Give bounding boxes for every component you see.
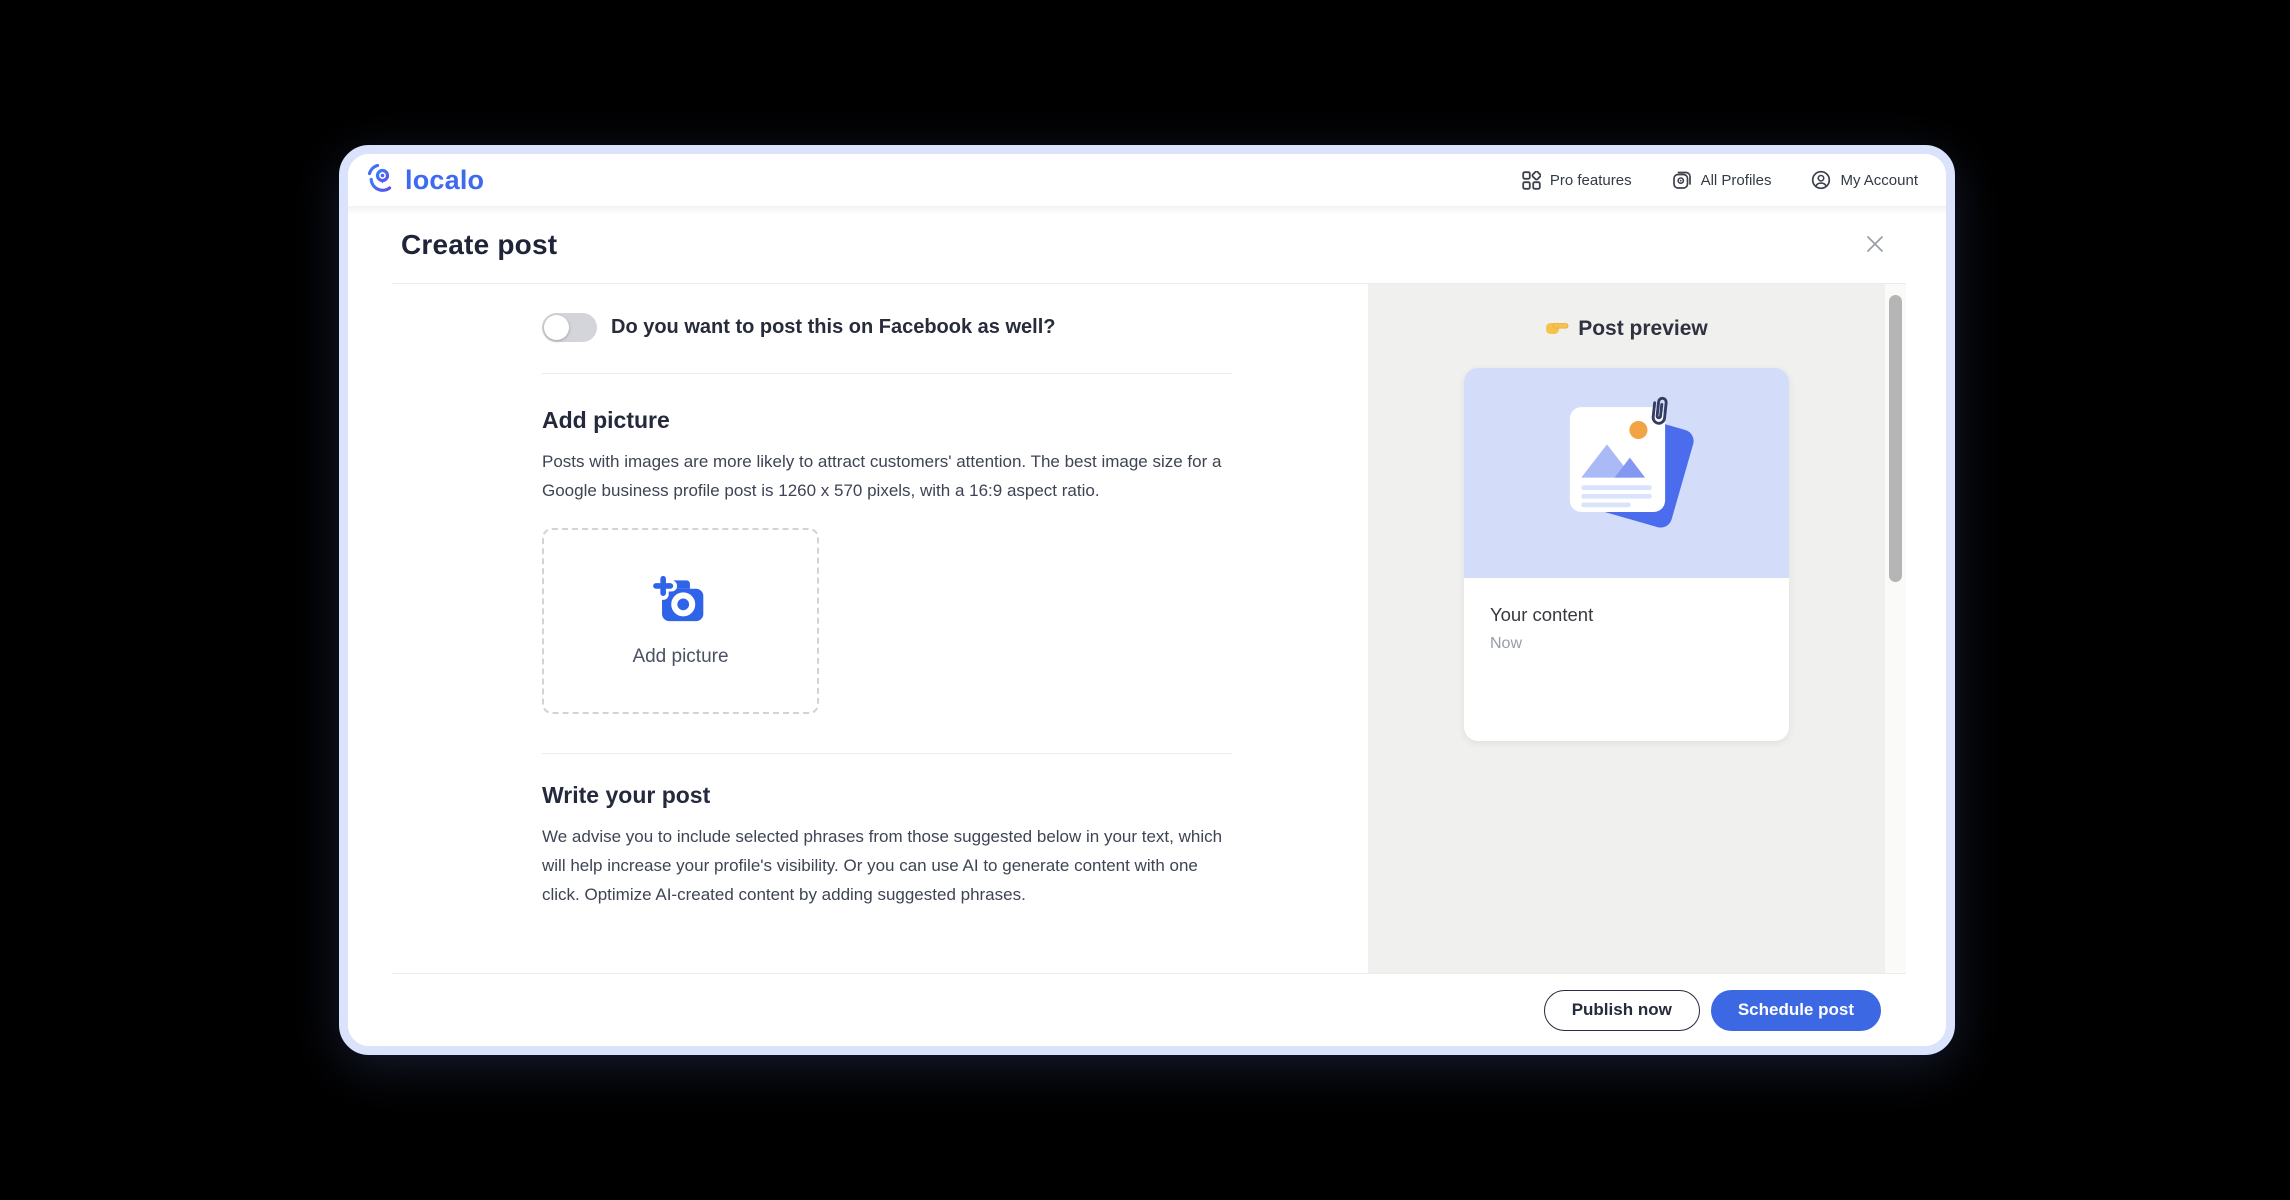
nav-my-account-label: My Account bbox=[1840, 172, 1918, 189]
preview-image-placeholder bbox=[1464, 368, 1789, 578]
modal-footer: Publish now Schedule post bbox=[348, 974, 1946, 1046]
facebook-toggle-row: Do you want to post this on Facebook as … bbox=[542, 313, 1232, 342]
localo-logo-text: localo bbox=[405, 165, 484, 196]
page-title: Create post bbox=[401, 229, 557, 261]
nav-all-profiles[interactable]: All Profiles bbox=[1672, 170, 1772, 190]
preview-time-label: Now bbox=[1490, 635, 1763, 653]
user-circle-icon bbox=[1811, 170, 1831, 190]
profiles-pin-icon bbox=[1672, 170, 1692, 190]
post-preview-panel: Post preview bbox=[1368, 284, 1885, 973]
camera-plus-icon bbox=[652, 574, 710, 633]
preview-card-body: Your content Now bbox=[1464, 578, 1789, 653]
facebook-toggle-label: Do you want to post this on Facebook as … bbox=[611, 316, 1055, 339]
localo-logo-icon bbox=[366, 162, 398, 199]
section-divider bbox=[542, 373, 1232, 374]
grid-icon bbox=[1522, 171, 1541, 190]
nav-my-account[interactable]: My Account bbox=[1811, 170, 1918, 190]
pointing-right-emoji bbox=[1545, 316, 1569, 342]
localo-logo[interactable]: localo bbox=[366, 162, 484, 199]
post-preview-card: Your content Now bbox=[1464, 368, 1789, 741]
section-divider bbox=[542, 753, 1232, 754]
toggle-knob bbox=[544, 315, 569, 340]
post-preview-title: Post preview bbox=[1545, 316, 1708, 342]
app-window: localo Pro features bbox=[339, 145, 1955, 1055]
top-nav-menu: Pro features All Profiles bbox=[1522, 170, 1918, 190]
modal-header: Create post bbox=[348, 206, 1946, 283]
schedule-post-button[interactable]: Schedule post bbox=[1711, 990, 1881, 1031]
post-with-paperclip-illustration bbox=[1541, 390, 1713, 557]
scrollbar-track bbox=[1885, 284, 1906, 973]
post-form-column: Do you want to post this on Facebook as … bbox=[392, 284, 1368, 973]
facebook-toggle[interactable] bbox=[542, 313, 597, 342]
nav-pro-features[interactable]: Pro features bbox=[1522, 171, 1632, 190]
top-nav-bar: localo Pro features bbox=[348, 154, 1946, 206]
close-icon bbox=[1863, 232, 1887, 259]
publish-now-button[interactable]: Publish now bbox=[1544, 990, 1700, 1031]
upload-box-label: Add picture bbox=[632, 646, 728, 668]
add-picture-heading: Add picture bbox=[542, 406, 1232, 434]
write-post-description: We advise you to include selected phrase… bbox=[542, 822, 1232, 909]
write-post-heading: Write your post bbox=[542, 781, 1232, 809]
modal-content: Do you want to post this on Facebook as … bbox=[392, 283, 1906, 974]
nav-pro-features-label: Pro features bbox=[1550, 172, 1632, 189]
nav-all-profiles-label: All Profiles bbox=[1701, 172, 1772, 189]
add-picture-upload-box[interactable]: Add picture bbox=[542, 528, 819, 714]
add-picture-description: Posts with images are more likely to att… bbox=[542, 447, 1232, 505]
preview-content-title: Your content bbox=[1490, 604, 1763, 626]
close-button[interactable] bbox=[1860, 230, 1890, 260]
post-preview-label: Post preview bbox=[1578, 317, 1708, 341]
scrollbar-thumb[interactable] bbox=[1889, 295, 1902, 582]
